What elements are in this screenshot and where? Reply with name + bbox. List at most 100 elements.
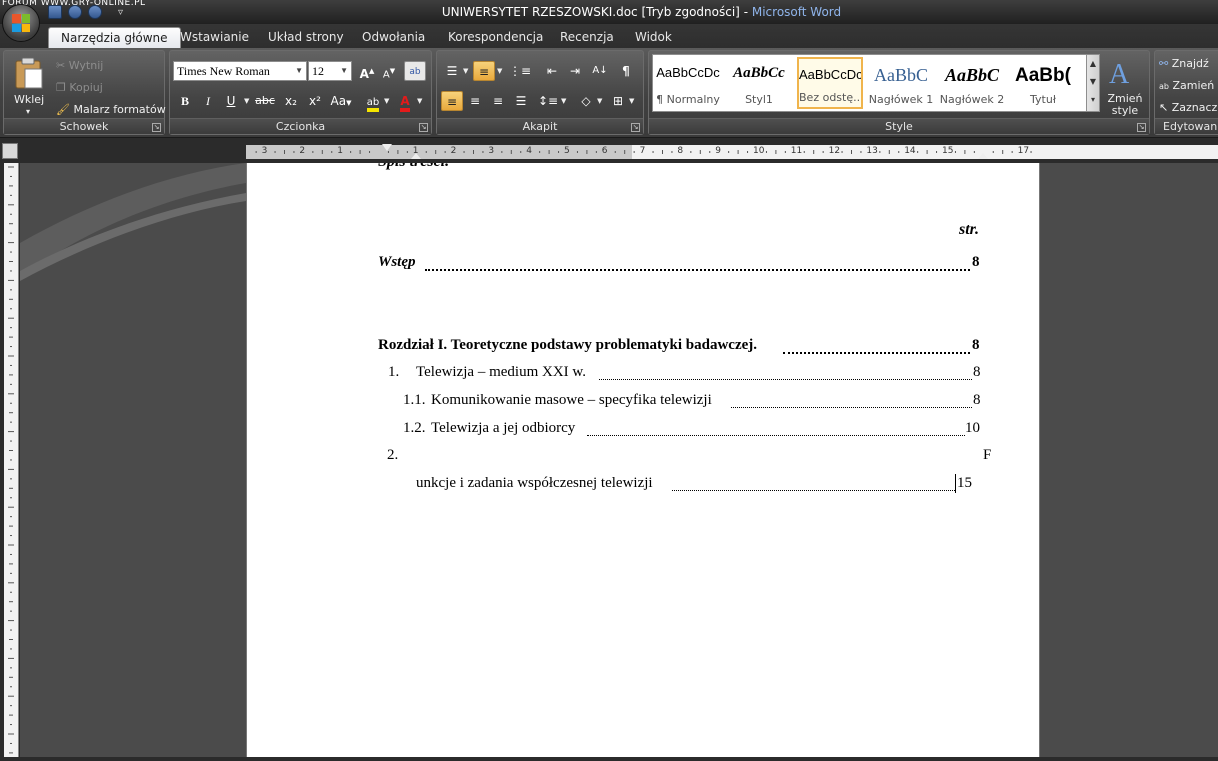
ruler-number: 8 — [677, 146, 684, 156]
paste-button[interactable]: Wklej — [14, 93, 44, 106]
horizontal-ruler[interactable]: 3 2 1 1 2 3 4 5 6 7 8 9 10 11 12 13 14 15 17 — [246, 144, 1218, 159]
sort-icon[interactable]: A↓ — [589, 61, 611, 81]
toc-entry-number: 1.1. — [403, 392, 426, 408]
change-case-button[interactable]: Aa▼ — [328, 91, 354, 111]
bullets-icon[interactable]: ☰ — [441, 61, 463, 81]
style-styl1[interactable]: AaBbCc Styl1 — [726, 57, 792, 109]
toc-entry-number: 1. — [388, 364, 400, 380]
gallery-scrollbar[interactable]: ▲ ▼ ▾ — [1086, 54, 1100, 112]
replace-icon: ab — [1159, 82, 1169, 91]
window-title: UNIWERSYTET RZESZOWSKI.doc [Tryb zgodnoś… — [0, 5, 1218, 19]
first-line-indent-marker[interactable] — [382, 144, 392, 151]
ruler-number: 1 — [337, 146, 343, 156]
style-no-spacing[interactable]: AaBbCcDc Bez odstę... — [797, 57, 863, 109]
numbering-icon[interactable]: ≡ — [473, 61, 495, 81]
multilevel-list-icon[interactable]: ⋮≡ — [509, 61, 531, 81]
underline-button[interactable]: U — [220, 91, 242, 111]
cut-button[interactable]: ✂ Wytnij — [56, 59, 103, 72]
replace-button[interactable]: ab Zamień — [1159, 79, 1214, 92]
ruler-number: 14 — [904, 146, 916, 156]
paste-dropdown-icon[interactable]: ▾ — [26, 107, 30, 116]
italic-button[interactable]: I — [197, 91, 219, 111]
borders-icon[interactable]: ⊞ — [607, 91, 629, 111]
style-heading-1[interactable]: AaBbC Nagłówek 1 — [868, 57, 934, 109]
copy-button[interactable]: ❐ Kopiuj — [56, 81, 103, 94]
toc-leader — [599, 366, 972, 380]
toc-entry-title: Rozdział I. Teoretyczne podstawy problem… — [378, 337, 758, 353]
toc-entry-title: Komunikowanie masowe – specyfika telewiz… — [431, 392, 712, 408]
clear-format-icon[interactable]: ab — [404, 61, 426, 81]
bold-button[interactable]: B — [174, 91, 196, 111]
align-right-icon[interactable]: ≡ — [487, 91, 509, 111]
font-name-combo[interactable]: Times New Roman ▼ — [173, 61, 307, 81]
toc-leader — [783, 339, 970, 354]
editing-group: ⚯ Znajdź ab Zamień ↖ Zaznacz Edytowanie — [1154, 50, 1218, 135]
toc-entry-page: 15 — [957, 475, 972, 491]
styles-launcher-icon[interactable]: ↘ — [1137, 123, 1146, 132]
text-cursor — [955, 474, 956, 493]
tab-review[interactable]: Recenzja — [548, 27, 626, 48]
change-styles-icon[interactable]: A — [1109, 59, 1129, 91]
line-spacing-dropdown-icon[interactable]: ▼ — [561, 97, 566, 105]
tab-view[interactable]: Widok — [623, 27, 684, 48]
paste-icon[interactable] — [14, 57, 44, 89]
decrease-indent-icon[interactable]: ⇤ — [541, 61, 563, 81]
underline-dropdown-icon[interactable]: ▼ — [244, 97, 249, 105]
toc-leader — [587, 422, 965, 436]
find-button[interactable]: ⚯ Znajdź — [1159, 57, 1209, 70]
increase-indent-icon[interactable]: ⇥ — [564, 61, 586, 81]
tab-home[interactable]: Narzędzia główne — [48, 27, 181, 48]
highlight-icon[interactable]: ab — [362, 91, 384, 112]
tab-mailings[interactable]: Korespondencja — [436, 27, 555, 48]
style-heading-2[interactable]: AaBbC Nagłówek 2 — [939, 57, 1005, 109]
tab-insert[interactable]: Wstawianie — [168, 27, 261, 48]
right-indent-marker[interactable] — [978, 153, 988, 159]
tab-page-layout[interactable]: Układ strony — [256, 27, 356, 48]
font-launcher-icon[interactable]: ↘ — [419, 123, 428, 132]
align-left-icon[interactable]: ≡ — [441, 91, 463, 111]
superscript-button[interactable]: x² — [304, 91, 326, 111]
show-marks-button[interactable]: ¶ — [615, 61, 637, 81]
paragraph-group: ☰ ▼ ≡ ▼ ⋮≡ ⇤ ⇥ A↓ ¶ ≡ ≡ ≡ ☰ ↕≡ ▼ ◇ ▼ ⊞ ▼… — [436, 50, 644, 135]
hanging-indent-marker[interactable] — [411, 153, 421, 159]
font-size-combo[interactable]: 12 ▼ — [308, 61, 352, 81]
shading-dropdown-icon[interactable]: ▼ — [597, 97, 602, 105]
justify-icon[interactable]: ☰ — [510, 91, 532, 111]
format-painter-button[interactable]: 🖌 Malarz formatów — [56, 103, 166, 116]
gallery-more-icon: ▾ — [1090, 95, 1095, 104]
toc-heading: Spis treści. — [378, 163, 449, 171]
ruler-number: 11 — [790, 146, 803, 156]
ruler-number: 7 — [639, 146, 646, 156]
subscript-button[interactable]: x₂ — [280, 91, 302, 111]
paragraph-launcher-icon[interactable]: ↘ — [631, 123, 640, 132]
ruler-number: 4 — [526, 146, 532, 156]
style-normal[interactable]: AaBbCcDc ¶ Normalny — [655, 57, 721, 109]
office-logo-icon — [12, 14, 30, 32]
toc-entry-page: 8 — [973, 392, 981, 408]
ruler-number: 2 — [450, 146, 457, 156]
bullets-dropdown-icon[interactable]: ▼ — [463, 67, 468, 75]
tab-references[interactable]: Odwołania — [350, 27, 437, 48]
cursor-icon: ↖ — [1159, 101, 1169, 114]
toc-entry-title: unkcje i zadania współczesnej telewizji — [416, 475, 653, 491]
font-color-icon[interactable]: A — [394, 91, 416, 112]
strikethrough-button[interactable]: abc — [254, 91, 276, 111]
highlight-dropdown-icon[interactable]: ▼ — [384, 97, 389, 105]
borders-dropdown-icon[interactable]: ▼ — [629, 97, 634, 105]
shrink-font-button[interactable]: A▼ — [378, 61, 400, 81]
tab-selector[interactable] — [2, 143, 18, 159]
vertical-ruler[interactable] — [4, 163, 19, 757]
font-color-dropdown-icon[interactable]: ▼ — [417, 97, 422, 105]
line-spacing-icon[interactable]: ↕≡ — [537, 91, 559, 111]
shading-icon[interactable]: ◇ — [575, 91, 597, 111]
document-page[interactable]: Spis treści. str. Wstęp 8 Rozdział I. Te… — [246, 163, 1040, 757]
clipboard-launcher-icon[interactable]: ↘ — [152, 123, 161, 132]
toc-entry-title: Wstęp — [378, 254, 416, 270]
style-title[interactable]: AaBb( Tytuł — [1010, 57, 1076, 109]
grow-font-button[interactable]: A▲ — [356, 61, 378, 81]
office-button[interactable] — [2, 4, 40, 42]
align-center-icon[interactable]: ≡ — [464, 91, 486, 111]
select-button[interactable]: ↖ Zaznacz — [1159, 101, 1217, 114]
change-styles-button[interactable]: Zmień style — [1107, 93, 1143, 117]
numbering-dropdown-icon[interactable]: ▼ — [497, 67, 502, 75]
